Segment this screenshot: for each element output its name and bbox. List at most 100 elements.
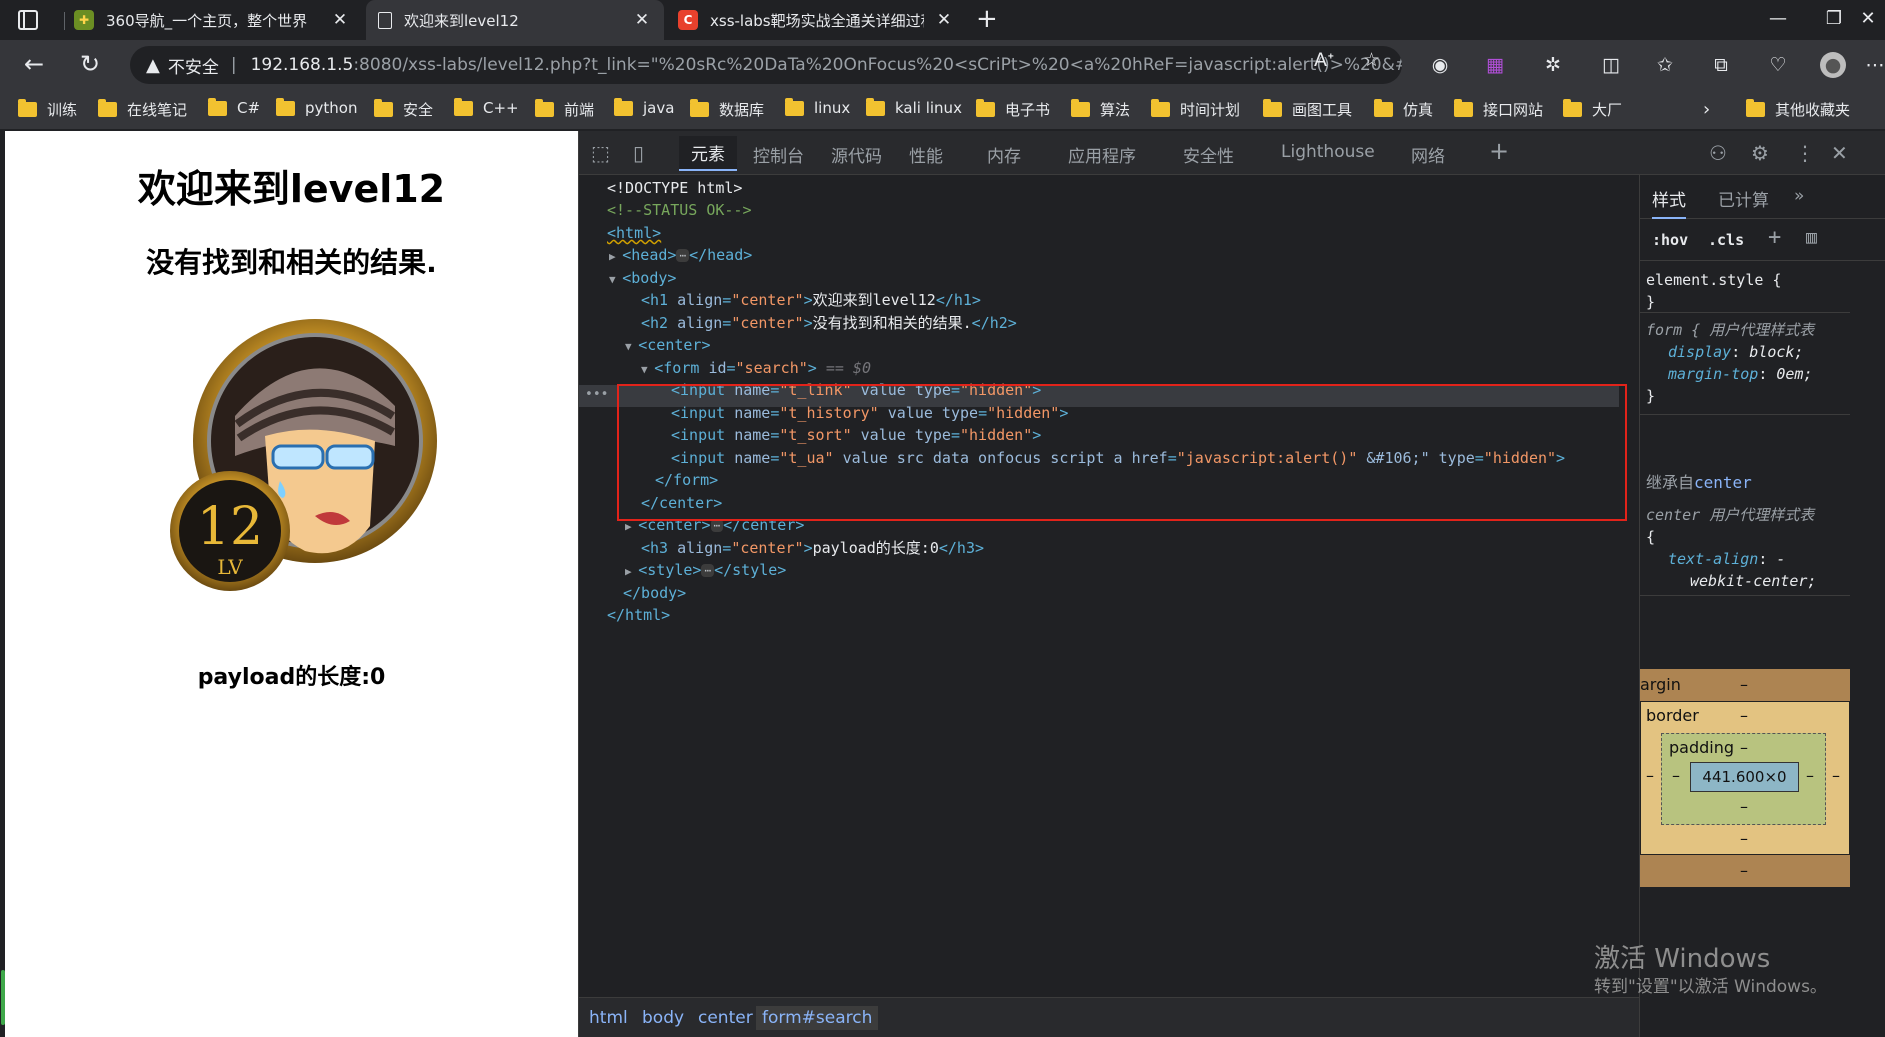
bookmark-folder[interactable]: java [614,97,674,117]
form-ua-rule[interactable]: form { 用户代理样式表 display: block; margin-to… [1640,315,1850,415]
tab-console[interactable]: 控制台 [753,142,804,167]
bookmark-folder[interactable]: 算法 [1071,99,1130,120]
bookmark-folder[interactable]: 安全 [374,99,433,120]
dom-line[interactable]: <h3 align="center">payload的长度:0</h3> [641,537,984,559]
bookmark-folder[interactable]: python [276,97,357,117]
bookmark-folder[interactable]: 训练 [18,99,77,120]
tab-performance[interactable]: 性能 [909,142,943,167]
tab-lighthouse[interactable]: Lighthouse [1281,142,1375,162]
tab-network[interactable]: 网络 [1411,142,1445,167]
collections-icon[interactable]: ⧉ [1708,52,1734,78]
bookmark-label: linux [814,99,851,117]
minimize-button[interactable]: — [1763,8,1793,29]
tab-elements[interactable]: 元素 [679,136,737,171]
customize-icon[interactable]: ⚇ [1709,141,1727,165]
more-tools-icon[interactable]: + [1489,137,1509,165]
bookmark-folder[interactable]: 大厂 [1563,99,1622,120]
dom-line[interactable]: ▼ <center> [625,334,711,356]
more-panes-icon[interactable]: » [1794,186,1804,206]
bookmark-folder[interactable]: 仿真 [1374,99,1433,120]
tab-level12[interactable]: 欢迎来到level12 ✕ [366,0,664,40]
address-bar[interactable]: ▲ 不安全 | 192.168.1.5:8080/xss-labs/level1… [130,46,1402,84]
tab-sources[interactable]: 源代码 [831,142,882,167]
favorites-icon[interactable]: ✩ [1652,52,1678,78]
back-icon[interactable]: ← [18,49,50,81]
center-ua-rule[interactable]: center 用户代理样式表 { text-align: - webkit-ce… [1640,500,1850,596]
bookmark-folder[interactable]: linux [785,97,851,117]
tab-actions-icon[interactable] [18,10,38,30]
element-style-rule[interactable]: element.style { } [1640,265,1850,313]
more-menu-icon[interactable]: ⋯ [1862,52,1885,78]
kebab-menu-icon[interactable]: ⋮ [1795,141,1815,165]
hov-toggle[interactable]: :hov [1652,231,1688,249]
tab-360[interactable]: ✚ 360导航_一个主页，整个世界 ✕ [62,0,362,40]
bookmark-folder[interactable]: kali linux [866,97,962,117]
insecure-label[interactable]: 不安全 [168,53,219,78]
extension-spy-icon[interactable]: ◉ [1427,52,1453,78]
bookmark-folder[interactable]: 在线笔记 [98,99,187,120]
device-toolbar-icon[interactable]: ▯ [633,141,644,165]
favorite-star-icon[interactable]: ☆ [1363,49,1380,71]
dom-line[interactable]: <h2 align="center">没有找到和相关的结果.</h2> [641,312,1017,334]
reload-icon[interactable]: ↻ [74,49,106,81]
windows-activation-hint: 转到"设置"以激活 Windows。 [1594,977,1827,997]
close-icon[interactable]: ✕ [632,10,652,30]
tab-computed[interactable]: 已计算 [1718,186,1769,211]
profile-avatar[interactable]: ● [1820,52,1846,78]
tab-csdn[interactable]: C xss-labs靶场实战全通关详细过程 ✕ [666,0,966,40]
crumb-form[interactable]: form#search [756,1006,879,1030]
margin-top-value: – [1740,675,1748,694]
close-devtools-icon[interactable]: ✕ [1831,141,1848,165]
bookmark-folder[interactable]: C# [208,97,260,117]
tab-application[interactable]: 应用程序 [1068,142,1136,167]
inherited-from-link[interactable]: center [1694,473,1752,492]
settings-gear-icon[interactable]: ⚙ [1751,141,1769,165]
read-aloud-icon[interactable]: Aᐩ [1314,49,1334,71]
dom-line[interactable]: </html> [607,604,670,626]
dom-line[interactable]: <html> [607,222,661,244]
restore-button[interactable]: ❐ [1819,8,1849,29]
bookmark-folder[interactable]: 电子书 [976,99,1050,120]
tab-security[interactable]: 安全性 [1183,142,1234,167]
dom-line[interactable]: ▶ <style> ⋯ </style> [625,559,786,581]
bookmarks-overflow-icon[interactable]: › [1703,99,1710,120]
paint-icon[interactable]: ▥ [1806,227,1817,248]
bookmark-label: kali linux [895,99,962,117]
bookmark-folder[interactable]: 数据库 [690,99,764,120]
dom-line-form[interactable]: ▼ <form id="search"> == $0 [641,357,871,379]
styles-scrollbar[interactable] [1850,261,1885,1037]
new-tab-icon[interactable]: + [976,4,998,34]
warning-icon[interactable]: ▲ [146,55,160,76]
new-rule-icon[interactable]: + [1768,225,1781,250]
bookmark-folder-other[interactable]: 其他收藏夹 [1746,99,1850,120]
close-icon[interactable]: ✕ [330,10,350,30]
bookmark-folder[interactable]: 时间计划 [1151,99,1240,120]
bookmark-folder[interactable]: 前端 [535,99,594,120]
extension-purple-icon[interactable]: ▦ [1482,52,1508,78]
dom-line[interactable]: <!DOCTYPE html> [607,177,742,199]
bookmark-folder[interactable]: 接口网站 [1454,99,1543,120]
tab-memory[interactable]: 内存 [987,142,1021,167]
inspect-element-icon[interactable]: ⬚ [591,141,610,165]
split-screen-icon[interactable]: ◫ [1598,52,1624,78]
folder-icon [208,97,227,116]
crumb-html[interactable]: html [589,1008,628,1028]
dom-line[interactable]: <!--STATUS OK--> [607,199,752,221]
close-window-button[interactable]: ✕ [1853,8,1883,29]
close-icon[interactable]: ✕ [934,10,954,30]
crumb-center[interactable]: center [698,1008,753,1028]
extensions-icon[interactable]: ✲ [1540,52,1566,78]
crumb-body[interactable]: body [642,1008,684,1028]
bookmark-folder[interactable]: C++ [454,97,519,117]
performance-icon[interactable]: ♡ [1765,52,1791,78]
dom-line[interactable]: </body> [623,582,686,604]
bookmark-folder[interactable]: 画图工具 [1263,99,1352,120]
dom-line[interactable]: ▼ <body> [609,267,676,289]
dom-line[interactable]: <h1 align="center">欢迎来到level12</h1> [641,289,981,311]
box-content-size[interactable]: 441.600×0 [1690,762,1799,792]
folder-icon [18,99,37,117]
cls-toggle[interactable]: .cls [1708,231,1744,249]
tab-styles[interactable]: 样式 [1652,186,1686,219]
dom-line[interactable]: ▶ <head> ⋯ </head> [609,244,752,266]
node-actions-icon[interactable]: ••• [585,387,608,402]
